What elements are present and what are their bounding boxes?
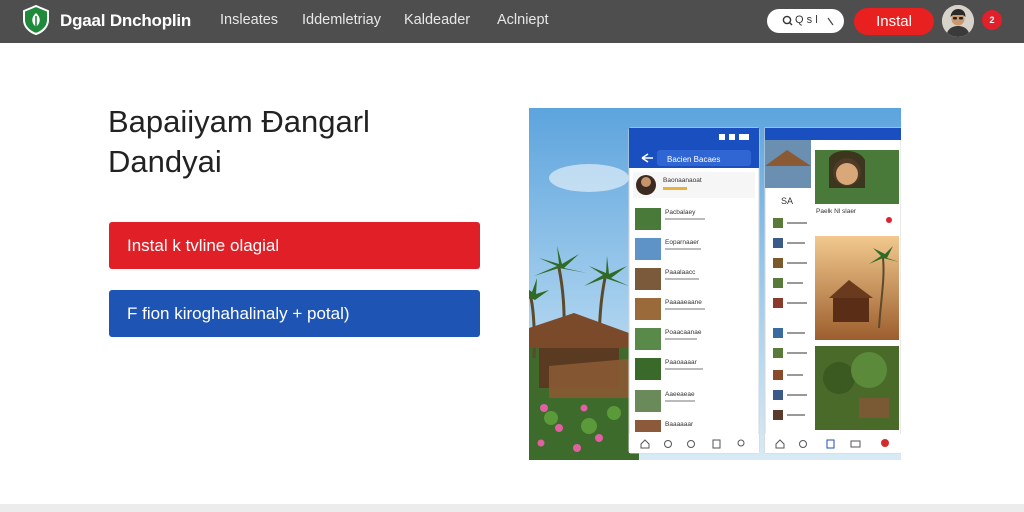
right-phone-screen: SA Paelk Nl slaer <box>764 127 901 454</box>
primary-install-button[interactable]: Instal k tvline olagial <box>109 222 480 269</box>
footer-strip <box>0 504 1024 512</box>
secondary-action-button[interactable]: F fion kiroghahalinaly + potal) <box>109 290 480 337</box>
notification-badge[interactable]: 2 <box>982 10 1002 30</box>
hero-title-line-2: Dandyai <box>108 144 222 179</box>
install-button-header[interactable]: Instal <box>854 8 934 35</box>
left-list-item-1: Pacbalaey <box>665 209 696 216</box>
avatar-person-icon <box>942 5 974 37</box>
left-list-item-7: Aaeeaeae <box>665 391 695 398</box>
top-navigation-bar: Dgaal Dnchoplin Insleates Iddemletriay K… <box>0 0 1024 43</box>
search-icon <box>782 15 793 26</box>
nav-link-1[interactable]: Insleates <box>220 12 278 28</box>
hero-title-line-1: Bapaiiyam Đangarl <box>108 104 370 139</box>
leaf-shield-logo-icon[interactable] <box>22 5 50 35</box>
caret-icon[interactable] <box>825 12 837 30</box>
brand-name[interactable]: Dgaal Dnchoplin <box>60 11 191 31</box>
right-phone-profile-label: Paelk Nl slaer <box>816 208 857 215</box>
left-list-item-4: Paaaaeaane <box>665 299 702 306</box>
showcase-illustration: Bacien Bacaes Baonaanaoat Pacbalaey Eopa… <box>529 108 901 460</box>
left-phone-screen: Bacien Bacaes Baonaanaoat Pacbalaey Eopa… <box>628 127 760 454</box>
left-list-item-3: Paaalaacc <box>665 269 696 276</box>
app-showcase-image: Bacien Bacaes Baonaanaoat Pacbalaey Eopa… <box>529 108 901 460</box>
hero-title: Bapaiiyam Đangarl Dandyai <box>108 102 468 182</box>
nav-link-2[interactable]: Iddemletriay <box>302 12 381 28</box>
nav-link-4[interactable]: Aclniept <box>497 12 549 28</box>
left-list-item-6: Paaoaaaar <box>665 359 698 366</box>
left-list-item-0: Baonaanaoat <box>663 177 702 184</box>
left-list-item-8: Baaaaaar <box>665 421 694 428</box>
nav-link-3[interactable]: Kaldeader <box>404 12 470 28</box>
left-list-item-2: Eoparnaaer <box>665 239 700 246</box>
right-phone-banner-label: SA <box>781 196 793 206</box>
search-label: Q s ǀ <box>795 14 819 26</box>
user-avatar[interactable] <box>942 5 974 37</box>
search-box[interactable]: Q s ǀ <box>767 9 844 33</box>
left-phone-title: Bacien Bacaes <box>667 155 720 164</box>
left-list-item-5: Poaacaanae <box>665 329 702 336</box>
